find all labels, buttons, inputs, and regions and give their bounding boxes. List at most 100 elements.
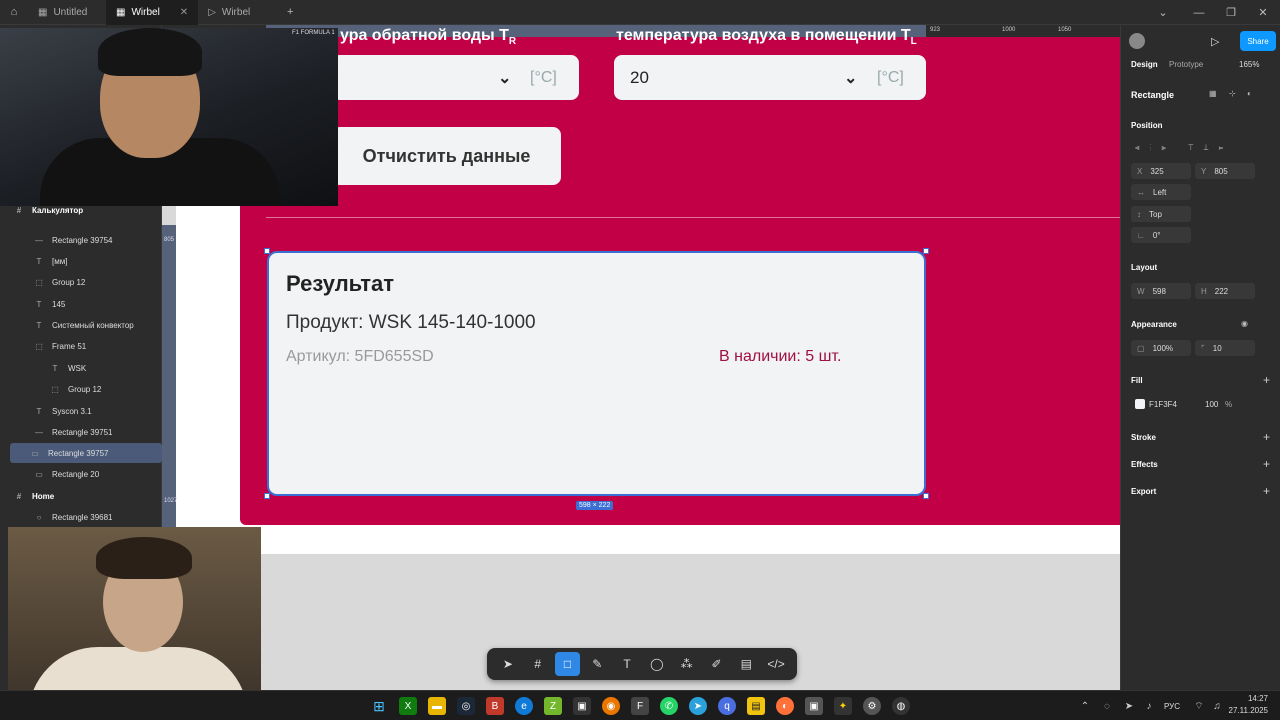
resize-handle[interactable] — [264, 493, 270, 499]
telegram-icon[interactable]: ➤ — [689, 697, 707, 715]
tab-design[interactable]: Design — [1131, 60, 1158, 69]
add-fill-icon[interactable]: + — [1263, 373, 1270, 387]
tray-icon[interactable]: ◌ — [1098, 697, 1116, 715]
horizontal-constraint[interactable]: ↔ Left — [1131, 184, 1191, 200]
layer-item[interactable]: T [мм] — [30, 251, 182, 271]
chevron-up-icon[interactable]: ⌃ — [1076, 697, 1094, 715]
add-effect-icon[interactable]: + — [1263, 457, 1270, 471]
qbittorrent-icon[interactable]: q — [718, 697, 736, 715]
add-stroke-icon[interactable]: + — [1263, 430, 1270, 444]
app-icon[interactable]: ◍ — [892, 697, 910, 715]
contrast-icon[interactable]: ◐ — [1247, 89, 1252, 98]
return-water-field[interactable]: ⌄ [°C] — [332, 55, 579, 100]
layer-item[interactable]: — Rectangle 39751 — [30, 422, 182, 442]
layer-item[interactable]: T Системный конвектор — [30, 315, 182, 335]
layer-item[interactable]: T 145 — [30, 294, 182, 314]
tab-untitled[interactable]: ▦ Untitled — [28, 0, 106, 25]
y-field[interactable]: Y 805 — [1195, 163, 1255, 179]
restore-icon[interactable]: ❐ — [1214, 0, 1248, 25]
folder-icon[interactable]: ▬ — [428, 697, 446, 715]
text-tool-icon[interactable]: T — [614, 652, 640, 676]
microphone-icon[interactable]: ♪ — [1140, 697, 1158, 715]
figma-icon[interactable]: F — [631, 697, 649, 715]
layer-item[interactable]: T Syscon 3.1 — [30, 401, 182, 421]
rectangle-tool-icon[interactable]: □ — [554, 652, 581, 676]
tab-wirbel-active[interactable]: ▦ Wirbel ✕ — [106, 0, 199, 25]
notes-icon[interactable]: ▤ — [747, 697, 765, 715]
fill-swatch[interactable] — [1135, 399, 1145, 409]
layer-item[interactable]: ⬚ Group 12 — [30, 272, 182, 292]
app-star-icon[interactable]: ✦ — [834, 697, 852, 715]
result-title: Результат — [286, 271, 395, 296]
move-tool-icon[interactable]: ➤ — [495, 652, 521, 676]
edge-icon[interactable]: e — [515, 697, 533, 715]
chevron-down-icon[interactable]: ⌄ — [498, 68, 511, 88]
layer-item[interactable]: ○ Rectangle 39681 — [30, 507, 182, 527]
fill-hex[interactable]: F1F3F4 — [1149, 400, 1177, 409]
resize-handle[interactable] — [923, 248, 929, 254]
app-z-icon[interactable]: Z — [544, 697, 562, 715]
share-button[interactable]: Share — [1240, 31, 1276, 51]
browser-b-icon[interactable]: B — [486, 697, 504, 715]
radius-field[interactable]: ⌜ 10 — [1195, 340, 1255, 356]
result-card[interactable]: Результат Продукт: WSK 145-140-1000 Арти… — [267, 251, 926, 496]
blender-icon[interactable]: ◉ — [602, 697, 620, 715]
design-mode-icon[interactable]: ▤ — [733, 652, 759, 676]
fill-opacity[interactable]: 100 — [1205, 400, 1218, 409]
dev-mode-icon[interactable]: </> — [763, 652, 789, 676]
frame-tool-icon[interactable]: # — [525, 652, 551, 676]
layer-item[interactable]: ⬚ Frame 51 — [30, 336, 182, 356]
new-tab-icon[interactable]: + — [276, 0, 304, 25]
tab-prototype[interactable]: Prototype — [1169, 60, 1203, 69]
layer-label: Системный конвектор — [52, 320, 134, 330]
air-temp-field[interactable]: 20 ⌄ [°C] — [614, 55, 926, 100]
tab-label: Untitled — [53, 6, 88, 18]
firefox-icon[interactable]: ◐ — [776, 697, 794, 715]
clear-data-button[interactable]: Отчистить данные — [332, 127, 561, 185]
avatar[interactable] — [1129, 33, 1145, 49]
pen-tool-icon[interactable]: ✎ — [584, 652, 610, 676]
resize-handle[interactable] — [923, 493, 929, 499]
present-icon[interactable]: ▷ — [1211, 35, 1219, 48]
resize-handle[interactable] — [264, 248, 270, 254]
home-icon[interactable]: ⌂ — [0, 0, 28, 25]
close-window-icon[interactable]: ✕ — [1246, 0, 1280, 25]
opacity-field[interactable]: ▢ 100% — [1131, 340, 1191, 356]
clock[interactable]: 14:27 27.11.2025 — [1229, 693, 1268, 717]
windows-start-icon[interactable]: ⊞ — [370, 697, 388, 715]
vertical-constraint[interactable]: ↕ Top — [1131, 206, 1191, 222]
width-field[interactable]: W 598 — [1131, 283, 1191, 299]
add-export-icon[interactable]: + — [1263, 484, 1270, 498]
grid-icon[interactable]: ▦ — [1209, 89, 1217, 98]
close-icon[interactable]: ✕ — [180, 7, 188, 18]
tray-telegram-icon[interactable]: ➤ — [1120, 697, 1138, 715]
layer-item[interactable]: — Rectangle 39754 — [30, 230, 182, 250]
eye-icon[interactable]: ◉ — [1241, 319, 1248, 328]
x-field[interactable]: X 325 — [1131, 163, 1191, 179]
component-icon[interactable]: ⊹ — [1229, 89, 1236, 98]
settings-icon[interactable]: ⚙ — [863, 697, 881, 715]
file-icon: ▦ — [116, 6, 126, 18]
layer-item-selected[interactable]: ▭ Rectangle 39757 — [10, 443, 162, 463]
chevron-down-icon[interactable]: ⌄ — [1146, 0, 1180, 25]
language-indicator[interactable]: РУС — [1160, 697, 1184, 715]
xbox-icon[interactable]: X — [399, 697, 417, 715]
draw-mode-icon[interactable]: ✐ — [704, 652, 730, 676]
align-icons[interactable]: ⫷⫶⫸ ⊤⊥⊨ — [1135, 143, 1233, 153]
zoom-level[interactable]: 165% — [1239, 60, 1259, 69]
tab-wirbel-prototype[interactable]: ▷ Wirbel — [198, 0, 276, 25]
minimize-icon[interactable]: — — [1182, 0, 1216, 25]
height-field[interactable]: H 222 — [1195, 283, 1255, 299]
volume-icon[interactable]: ♫ — [1208, 697, 1226, 715]
app-icon[interactable]: ▣ — [573, 697, 591, 715]
whatsapp-icon[interactable]: ✆ — [660, 697, 678, 715]
app-icon[interactable]: ▣ — [805, 697, 823, 715]
wifi-icon[interactable]: ⌔ — [1190, 697, 1208, 715]
components-icon[interactable]: ⁂ — [674, 652, 700, 676]
layer-item[interactable]: ▭ Rectangle 20 — [30, 464, 182, 484]
rotation-field[interactable]: ∟ 0° — [1131, 227, 1191, 243]
chevron-down-icon[interactable]: ⌄ — [844, 68, 857, 88]
steam-icon[interactable]: ◎ — [457, 697, 475, 715]
layer-frame[interactable]: # Home — [10, 486, 162, 506]
comment-tool-icon[interactable]: ◯ — [644, 652, 670, 676]
